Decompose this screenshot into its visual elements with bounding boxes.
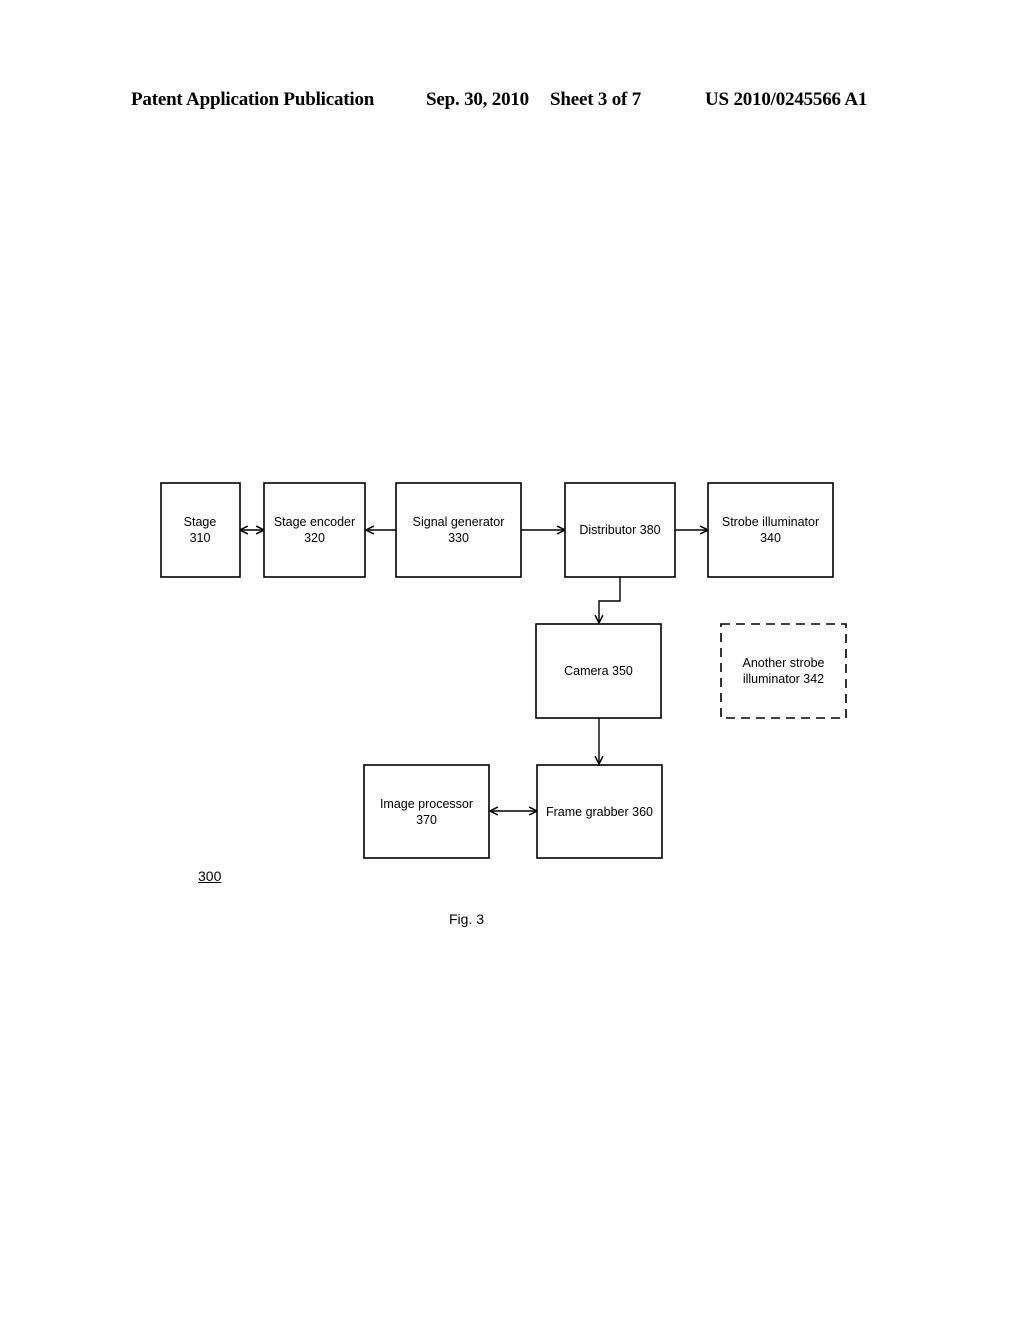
connector-distributor-to-camera <box>599 577 621 623</box>
block-another-strobe-illuminator: Another strobe illuminator 342 <box>720 623 847 719</box>
block-stage-encoder-label: Stage encoder <box>274 515 355 529</box>
block-stage-encoder: Stage encoder 320 <box>263 482 366 578</box>
block-image-processor-label: Image processor <box>380 797 473 811</box>
block-signal-generator-number: 330 <box>448 531 469 545</box>
block-another-strobe-number: illuminator 342 <box>743 672 824 686</box>
figure-caption: Fig. 3 <box>449 911 485 927</box>
block-distributor-label: Distributor 380 <box>579 523 660 537</box>
block-stage-label: Stage <box>184 515 217 529</box>
block-signal-generator-label: Signal generator <box>413 515 505 529</box>
block-distributor: Distributor 380 <box>564 482 676 578</box>
block-strobe-illuminator-number: 340 <box>760 531 781 545</box>
block-stage-encoder-number: 320 <box>304 531 325 545</box>
block-stage-number: 310 <box>190 531 211 545</box>
block-strobe-illuminator-label: Strobe illuminator <box>722 515 819 529</box>
block-camera: Camera 350 <box>535 623 662 719</box>
block-diagram: Stage 310 Stage encoder 320 Signal gener… <box>160 482 847 859</box>
block-frame-grabber-label: Frame grabber 360 <box>546 805 653 819</box>
block-strobe-illuminator: Strobe illuminator 340 <box>707 482 834 578</box>
block-image-processor: Image processor 370 <box>363 764 490 859</box>
block-signal-generator: Signal generator 330 <box>395 482 522 578</box>
block-frame-grabber: Frame grabber 360 <box>536 764 663 859</box>
block-camera-label: Camera 350 <box>564 664 633 678</box>
block-another-strobe-label: Another strobe <box>743 656 825 670</box>
block-image-processor-number: 370 <box>416 813 437 827</box>
reference-numeral: 300 <box>198 868 222 884</box>
block-stage: Stage 310 <box>160 482 241 578</box>
